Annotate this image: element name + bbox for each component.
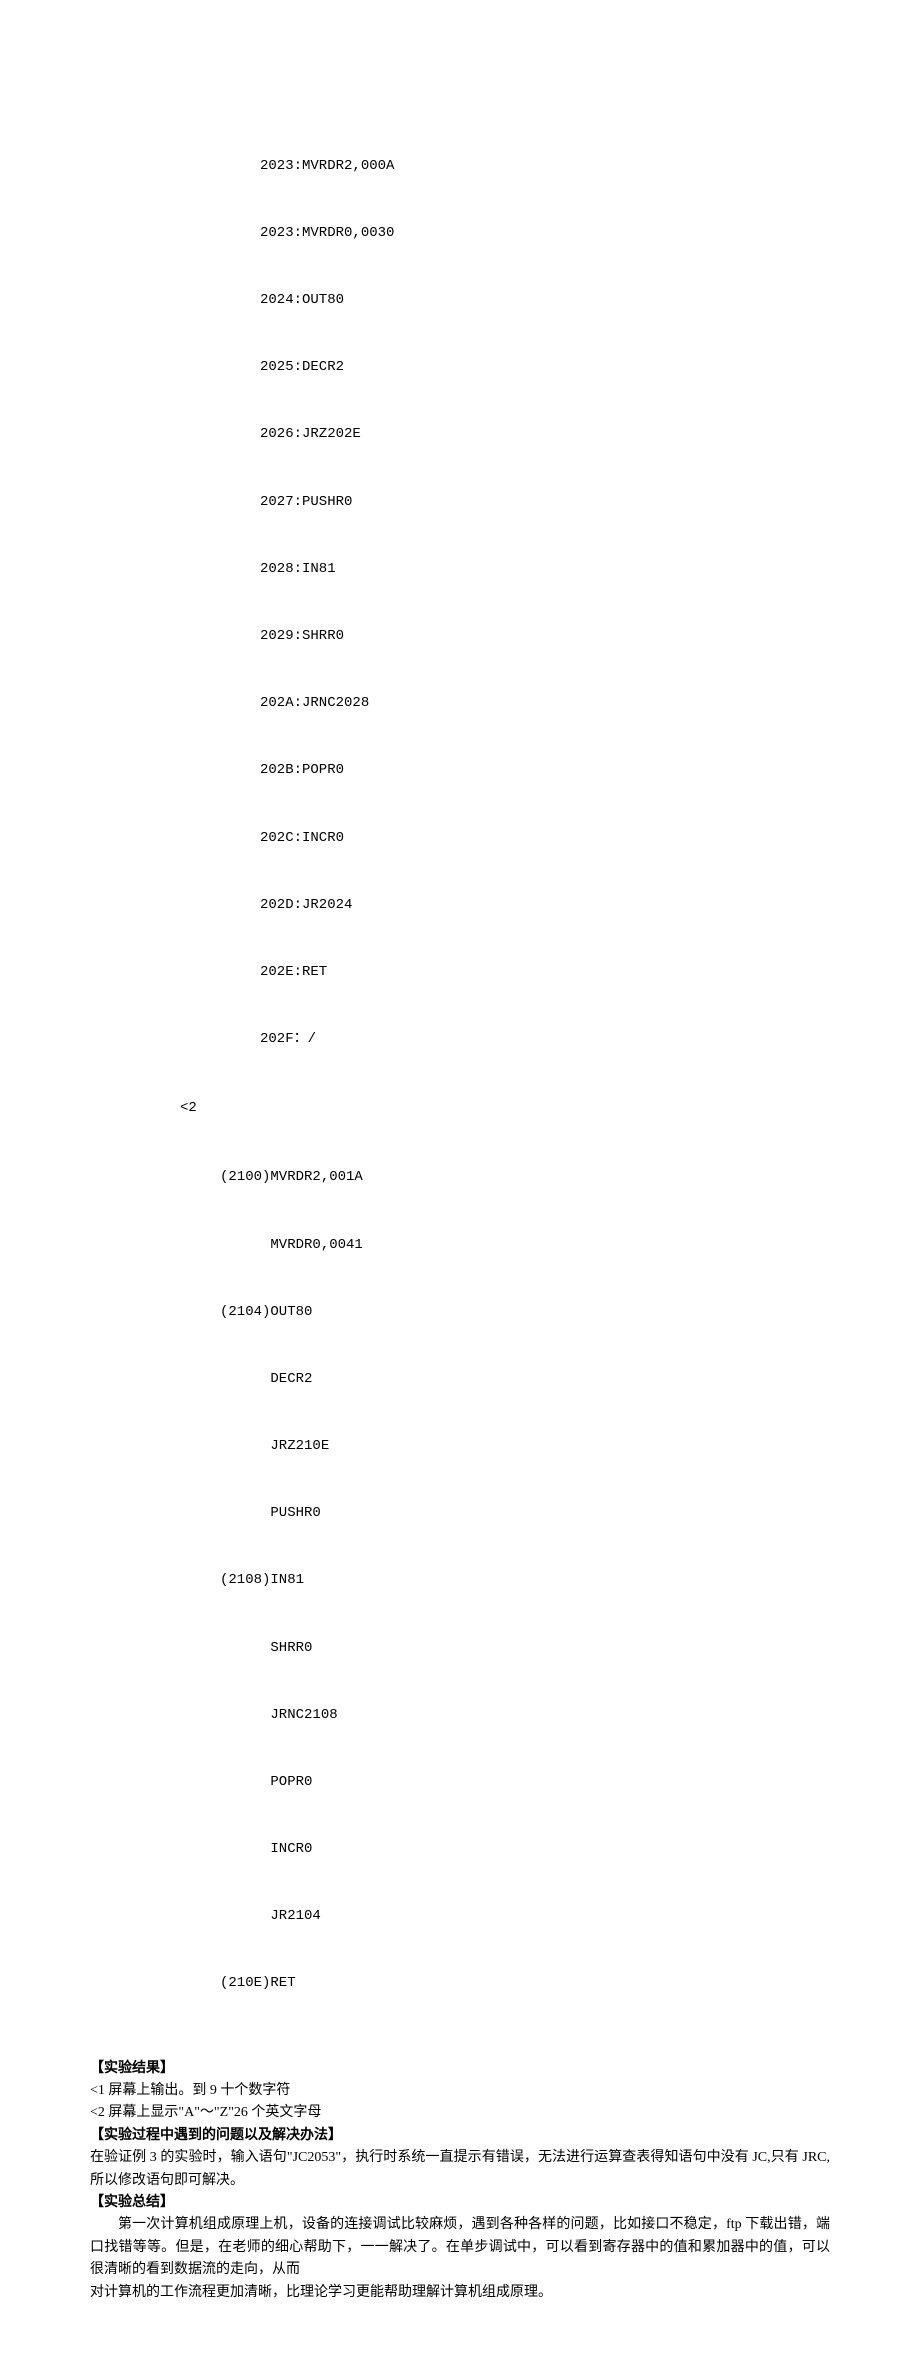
code-line: (2104)OUT80	[220, 1301, 830, 1323]
code-line: 2029:SHRR0	[260, 625, 830, 647]
code-line: SHRR0	[220, 1637, 830, 1659]
code-line: 2027:PUSHR0	[260, 491, 830, 513]
results-line: <1 屏幕上输出。到 9 十个数字符	[90, 2080, 830, 2102]
code-line: 2028:IN81	[260, 558, 830, 580]
code-line: JRNC2108	[220, 1704, 830, 1726]
code-line: (2100)MVRDR2,001A	[220, 1166, 830, 1188]
code-line: INCR0	[220, 1838, 830, 1860]
section-marker-2: <2	[180, 1097, 830, 1119]
code-line: 202B:POPR0	[260, 759, 830, 781]
results-line: <2 屏幕上显示"A"～"Z"26 个英文字母	[90, 2102, 830, 2124]
code-line: 202E:RET	[260, 961, 830, 983]
results-heading: 【实验结果】	[90, 2058, 830, 2080]
code-line: 202C:INCR0	[260, 827, 830, 849]
code-line: 202A:JRNC2028	[260, 692, 830, 714]
code-line: PUSHR0	[220, 1502, 830, 1524]
code-block-1: 2023:MVRDR2,000A 2023:MVRDR0,0030 2024:O…	[260, 110, 830, 1095]
document-page: 2023:MVRDR2,000A 2023:MVRDR0,0030 2024:O…	[0, 0, 920, 2364]
code-line: 2025:DECR2	[260, 356, 830, 378]
code-line: JR2104	[220, 1905, 830, 1927]
code-line: 202F：/	[260, 1028, 830, 1050]
code-line: 2026:JRZ202E	[260, 423, 830, 445]
code-line: DECR2	[220, 1368, 830, 1390]
code-line: 2024:OUT80	[260, 289, 830, 311]
code-line: 2023:MVRDR0,0030	[260, 222, 830, 244]
code-block-2: (2100)MVRDR2,001A MVRDR0,0041 (2104)OUT8…	[220, 1122, 830, 2040]
summary-text: 第一次计算机组成原理上机，设备的连接调试比较麻烦，遇到各种各样的问题，比如接口不…	[90, 2214, 830, 2281]
code-line: 202D:JR2024	[260, 894, 830, 916]
summary-text: 对计算机的工作流程更加清晰，比理论学习更能帮助理解计算机组成原理。	[90, 2282, 830, 2304]
code-line: MVRDR0,0041	[220, 1234, 830, 1256]
code-line: JRZ210E	[220, 1435, 830, 1457]
problems-text: 在验证例 3 的实验时，输入语句"JC2053"，执行时系统一直提示有错误，无法…	[90, 2147, 830, 2192]
summary-heading: 【实验总结】	[90, 2192, 830, 2214]
code-line: (210E)RET	[220, 1972, 830, 1994]
code-line: POPR0	[220, 1771, 830, 1793]
problems-heading: 【实验过程中遇到的问题以及解决办法】	[90, 2125, 830, 2147]
code-line: (2108)IN81	[220, 1569, 830, 1591]
code-line: 2023:MVRDR2,000A	[260, 155, 830, 177]
